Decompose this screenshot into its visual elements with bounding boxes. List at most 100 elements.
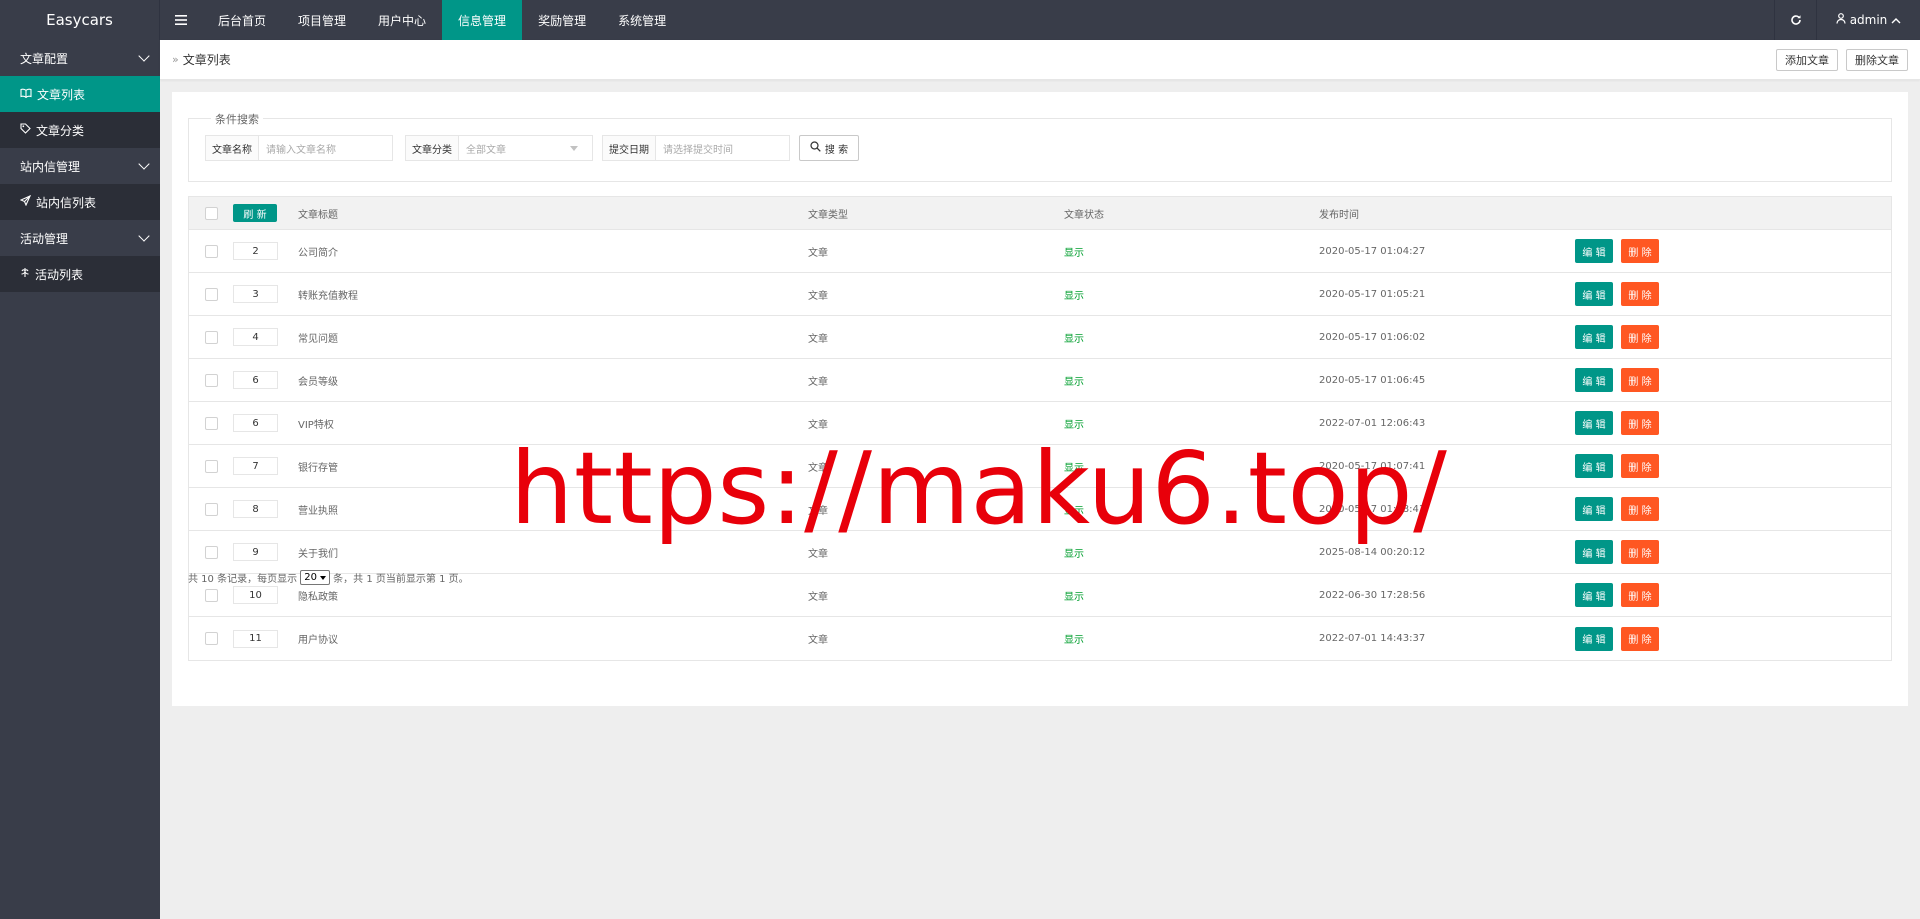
sort-order-input[interactable]: 9 — [233, 543, 278, 561]
date-field: 提交日期 请选择提交时间 — [602, 135, 790, 161]
nav-item-system[interactable]: 系统管理 — [602, 0, 682, 40]
breadcrumb: » 文章列表 添加文章 删除文章 — [160, 40, 1920, 80]
delete-button[interactable]: 删 除 — [1621, 325, 1659, 349]
tag-icon — [20, 123, 31, 137]
sidebar-group-message[interactable]: 站内信管理 — [0, 148, 160, 184]
row-checkbox[interactable] — [204, 632, 218, 645]
chevron-down-icon — [138, 50, 150, 62]
page-size-select[interactable]: 20 — [300, 570, 330, 585]
delete-button[interactable]: 删 除 — [1621, 282, 1659, 306]
category-select[interactable]: 全部文章 — [459, 136, 592, 160]
delete-button[interactable]: 删 除 — [1621, 239, 1659, 263]
nav-item-rewards[interactable]: 奖励管理 — [522, 0, 602, 40]
delete-button[interactable]: 删 除 — [1621, 626, 1659, 651]
edit-button[interactable]: 编 辑 — [1575, 583, 1613, 607]
sidebar-group-label: 活动管理 — [20, 231, 69, 246]
delete-article-button[interactable]: 删除文章 — [1846, 48, 1908, 71]
cell-type: 文章 — [808, 290, 828, 302]
table-row: 3 转账充值教程 文章 显示 2020-05-17 01:05:21 编 辑删 除 — [189, 273, 1891, 316]
sidebar-group-label: 站内信管理 — [20, 159, 81, 174]
row-checkbox[interactable] — [204, 416, 218, 430]
add-article-button[interactable]: 添加文章 — [1776, 48, 1838, 71]
row-checkbox[interactable] — [204, 459, 218, 473]
app-logo[interactable]: Easycars — [0, 0, 160, 40]
cell-type: 文章 — [808, 333, 828, 345]
hamburger-icon[interactable] — [160, 0, 202, 40]
row-checkbox[interactable] — [204, 244, 218, 258]
nav-item-home[interactable]: 后台首页 — [202, 0, 282, 40]
delete-button[interactable]: 删 除 — [1621, 583, 1659, 607]
page-size-value: 20 — [304, 572, 317, 583]
row-checkbox[interactable] — [204, 287, 218, 301]
edit-button[interactable]: 编 辑 — [1575, 282, 1613, 306]
chevron-down-icon — [138, 230, 150, 242]
name-input[interactable]: 请输入文章名称 — [259, 136, 392, 160]
delete-button[interactable]: 删 除 — [1621, 411, 1659, 435]
chevron-up-icon — [1891, 13, 1901, 27]
date-input[interactable]: 请选择提交时间 — [656, 136, 789, 160]
edit-button[interactable]: 编 辑 — [1575, 239, 1613, 263]
sidebar-item-label: 文章列表 — [37, 87, 86, 102]
nav-item-projects[interactable]: 项目管理 — [282, 0, 362, 40]
sort-order-input[interactable]: 6 — [233, 414, 278, 432]
sidebar-item-article-category[interactable]: 文章分类 — [0, 112, 160, 148]
double-chevron-right-icon: » — [172, 53, 179, 66]
edit-button[interactable]: 编 辑 — [1575, 368, 1613, 392]
sort-order-input[interactable]: 10 — [233, 586, 278, 604]
nav-item-users[interactable]: 用户中心 — [362, 0, 442, 40]
row-checkbox[interactable] — [204, 330, 218, 344]
delete-button[interactable]: 删 除 — [1621, 497, 1659, 521]
search-legend: 条件搜索 — [211, 111, 263, 127]
sidebar-item-message-list[interactable]: 站内信列表 — [0, 184, 160, 220]
sidebar-item-activity-list[interactable]: 活动列表 — [0, 256, 160, 292]
cell-status: 显示 — [1064, 290, 1084, 302]
paper-plane-icon — [19, 194, 32, 209]
row-checkbox[interactable] — [204, 502, 218, 516]
cell-type: 文章 — [808, 635, 828, 646]
nav-item-info[interactable]: 信息管理 — [442, 0, 523, 40]
row-checkbox[interactable] — [204, 588, 218, 602]
user-name: admin — [1849, 13, 1888, 27]
edit-button[interactable]: 编 辑 — [1575, 411, 1613, 435]
select-all-checkbox[interactable] — [204, 206, 218, 220]
cell-time: 2025-08-14 00:20:12 — [1319, 546, 1426, 558]
row-checkbox[interactable] — [204, 373, 218, 387]
cell-time: 2020-05-17 01:06:02 — [1319, 331, 1426, 343]
cell-status: 显示 — [1064, 376, 1084, 388]
sort-order-input[interactable]: 7 — [233, 457, 278, 475]
header-type: 文章类型 — [808, 209, 848, 221]
row-checkbox[interactable] — [204, 545, 218, 559]
sort-order-input[interactable]: 8 — [233, 500, 278, 518]
edit-button[interactable]: 编 辑 — [1575, 626, 1613, 651]
sidebar: 文章配置 文章列表 文章分类 站内信管理 站内信列表 活动管理 活动列表 — [0, 40, 160, 919]
delete-button[interactable]: 删 除 — [1621, 540, 1659, 564]
sort-order-input[interactable]: 2 — [233, 242, 278, 260]
refresh-icon[interactable] — [1774, 0, 1816, 40]
search-icon — [810, 141, 821, 155]
cell-status: 显示 — [1064, 333, 1084, 345]
edit-button[interactable]: 编 辑 — [1575, 497, 1613, 521]
user-menu[interactable]: admin — [1816, 0, 1920, 40]
sort-order-input[interactable]: 11 — [233, 629, 278, 648]
refresh-sort-button[interactable]: 刷 新 — [233, 204, 277, 222]
edit-button[interactable]: 编 辑 — [1575, 325, 1613, 349]
sidebar-item-article-list[interactable]: 文章列表 — [0, 76, 160, 112]
gift-icon — [20, 267, 30, 281]
caret-down-icon — [320, 575, 326, 580]
sidebar-group-article-config[interactable]: 文章配置 — [0, 40, 160, 76]
cell-title: 用户协议 — [298, 635, 338, 646]
cell-status: 显示 — [1064, 591, 1084, 603]
edit-button[interactable]: 编 辑 — [1575, 454, 1613, 478]
sort-order-input[interactable]: 4 — [233, 328, 278, 346]
sidebar-group-activity[interactable]: 活动管理 — [0, 220, 160, 256]
delete-button[interactable]: 删 除 — [1621, 368, 1659, 392]
delete-button[interactable]: 删 除 — [1621, 454, 1659, 478]
sort-order-input[interactable]: 6 — [233, 371, 278, 389]
search-button-label: 搜 索 — [824, 144, 849, 156]
edit-button[interactable]: 编 辑 — [1575, 540, 1613, 564]
sort-order-input[interactable]: 3 — [233, 285, 278, 303]
cell-status: 显示 — [1064, 247, 1084, 259]
table-row: 2 公司简介 文章 显示 2020-05-17 01:04:27 编 辑删 除 — [189, 230, 1891, 273]
search-button[interactable]: 搜 索 — [799, 135, 859, 161]
top-bar: Easycars 后台首页 项目管理 用户中心 信息管理 奖励管理 系统管理 a… — [0, 0, 1920, 40]
